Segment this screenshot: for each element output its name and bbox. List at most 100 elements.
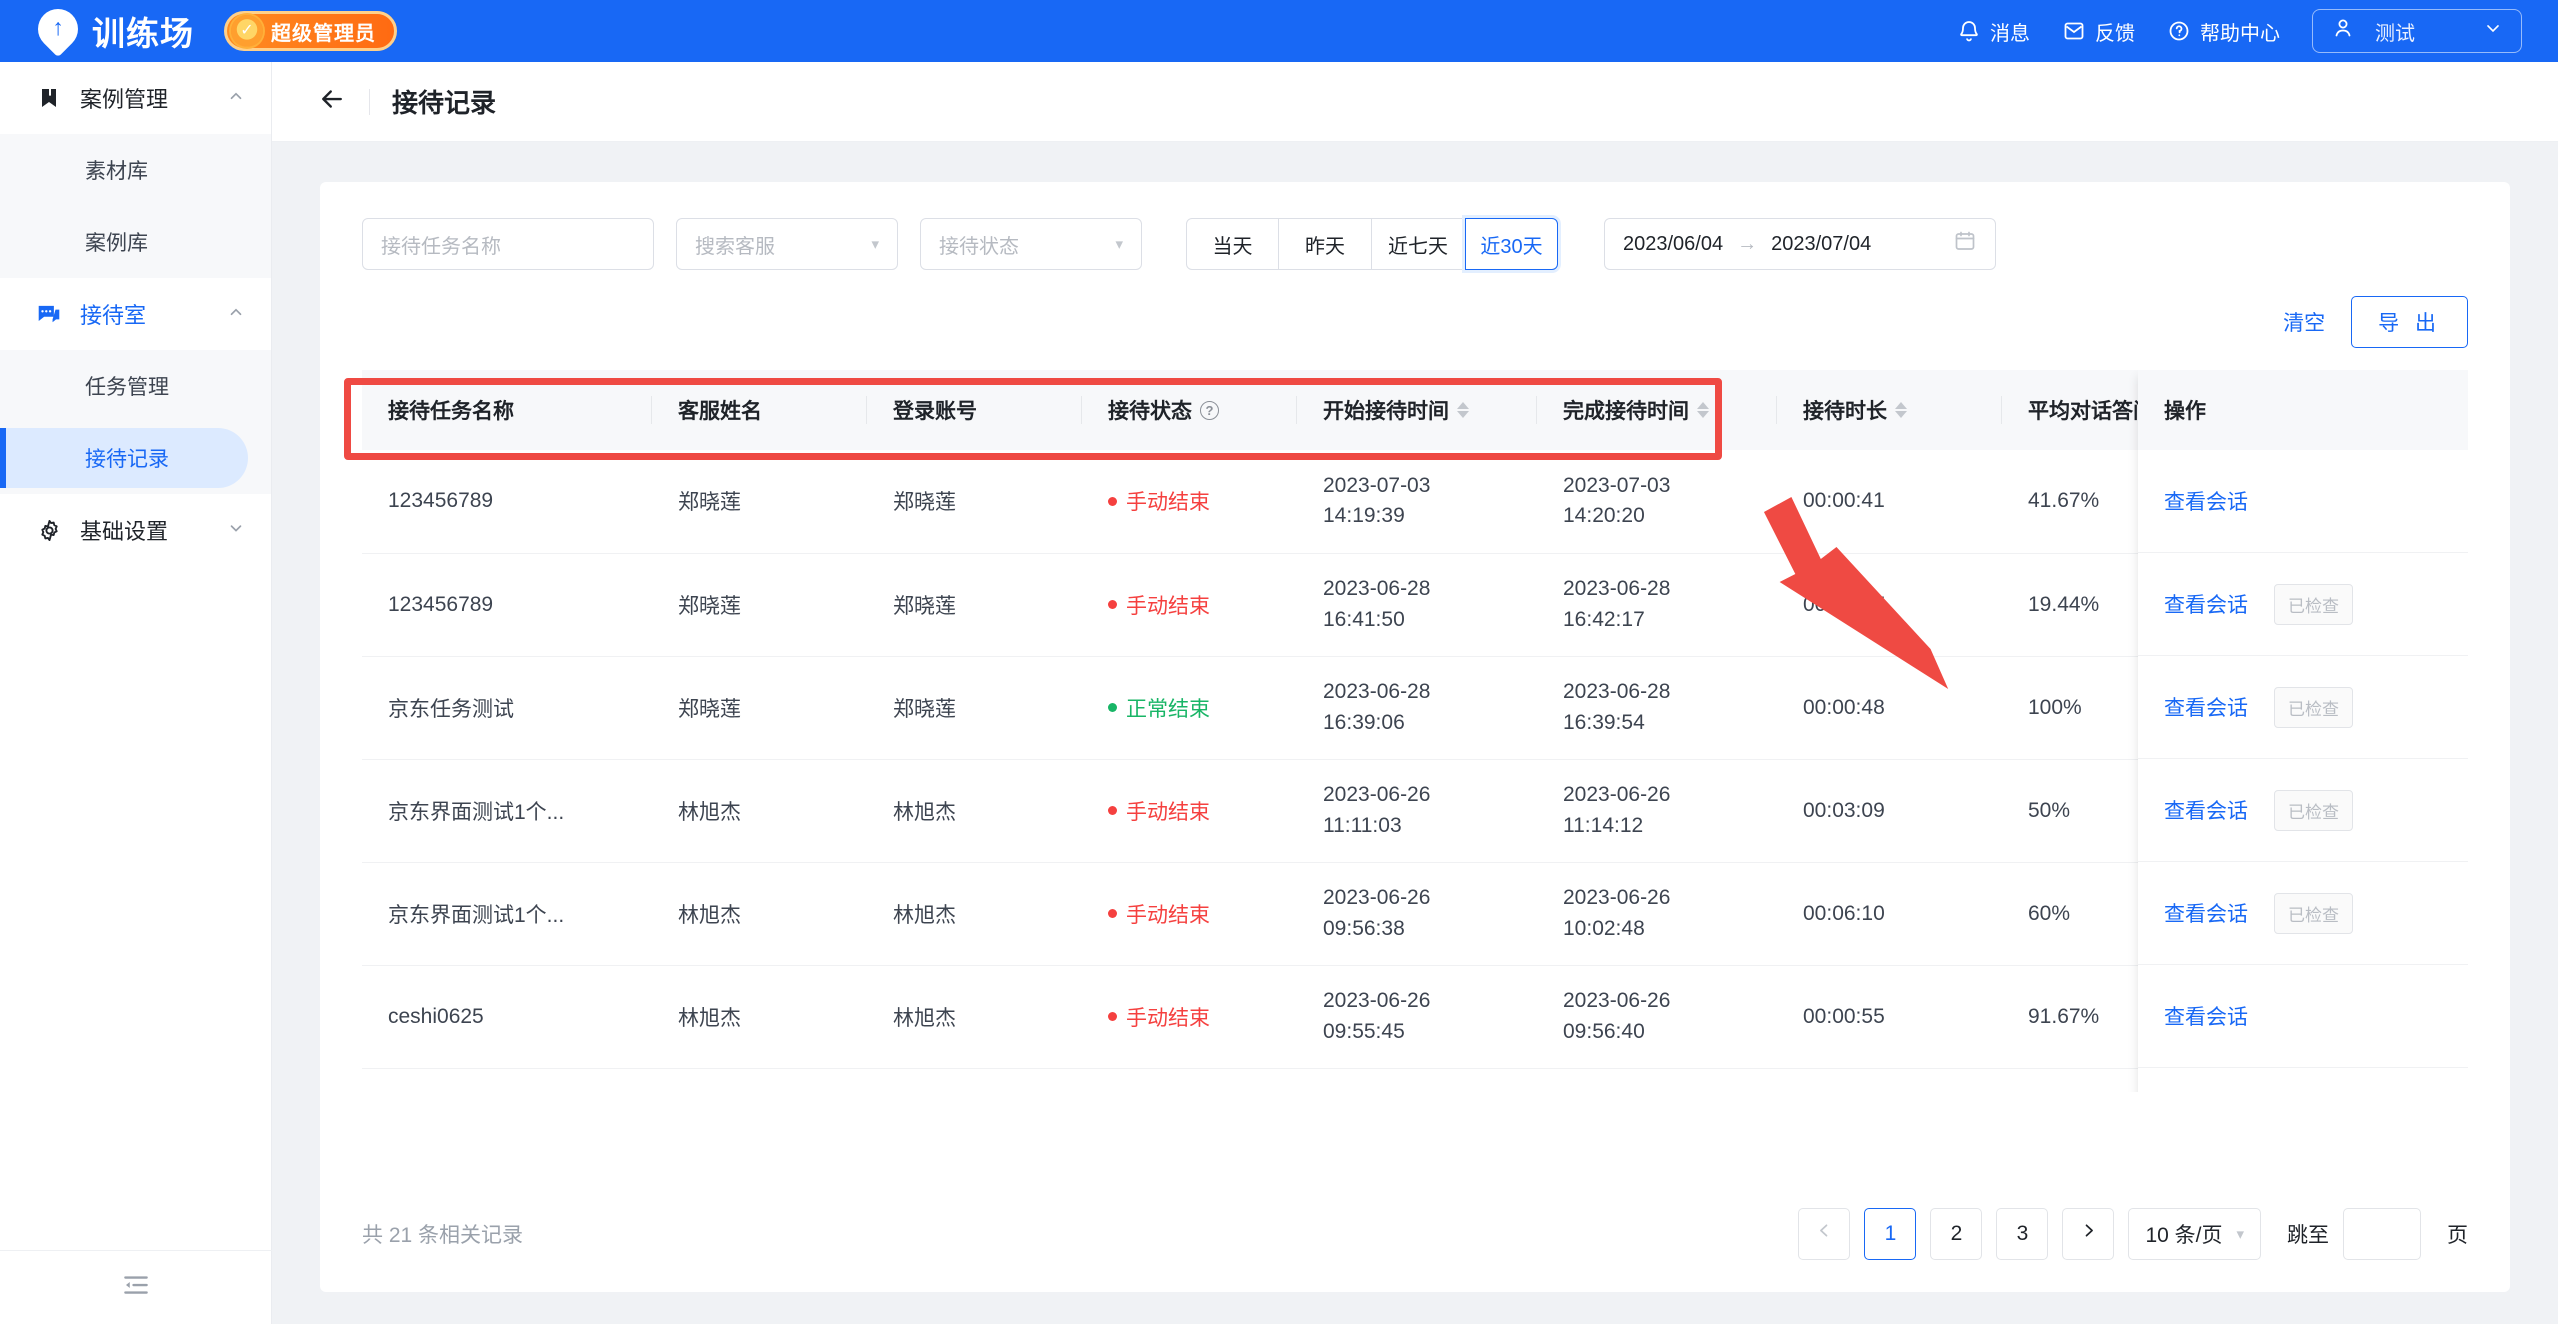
cell-status: 手动结束 xyxy=(1082,450,1297,554)
sort-icon[interactable] xyxy=(1895,402,1907,418)
location-pin-arrow-up-icon: ↑ xyxy=(29,0,87,58)
help-center-button[interactable]: 帮助中心 xyxy=(2167,17,2280,46)
view-session-link[interactable]: 查看会话 xyxy=(2164,795,2248,825)
checked-button: 已检查 xyxy=(2274,789,2353,831)
back-button[interactable] xyxy=(317,84,347,119)
date-range-start: 2023/06/04 xyxy=(1623,232,1724,255)
sidebar-item-label: 案例库 xyxy=(85,232,148,255)
agent-select-placeholder: 搜索客服 xyxy=(695,235,775,258)
cell-agent-name: 林旭杰 xyxy=(652,862,867,966)
sidebar-sublist-case-management: 素材库 案例库 xyxy=(0,134,271,278)
chevron-up-icon xyxy=(227,87,245,110)
column-reception-status[interactable]: 接待状态? xyxy=(1082,370,1297,450)
jump-page-suffix: 页 xyxy=(2447,1223,2468,1247)
sidebar-group-label: 案例管理 xyxy=(80,87,169,112)
cell-status: 正常结束 xyxy=(1082,1068,1297,1092)
task-name-input[interactable]: 接待任务名称 xyxy=(362,218,654,270)
date-range-picker[interactable]: 2023/06/04 → 2023/07/04 xyxy=(1604,218,1996,270)
envelope-icon xyxy=(2062,19,2086,43)
column-label: 完成接待时间 xyxy=(1563,400,1689,423)
cell-end-time: 2023-07-03 14:20:20 xyxy=(1537,450,1777,554)
cell-login-account: 林旭杰 xyxy=(867,759,1082,863)
page-size-select[interactable]: 10 条/页 ▾ xyxy=(2128,1207,2261,1260)
column-start-time[interactable]: 开始接待时间 xyxy=(1297,370,1537,450)
gear-icon xyxy=(36,518,62,543)
date-range-end: 2023/07/04 xyxy=(1771,232,1872,255)
chevron-down-icon: ▾ xyxy=(1115,236,1123,253)
cell-duration: 00:00:20 xyxy=(1777,1068,2002,1092)
sidebar-group-reception-room[interactable]: 接待室 xyxy=(0,278,271,350)
quick-range-last-7-days[interactable]: 近七天 xyxy=(1372,218,1465,270)
sidebar-item-reception-records[interactable]: 接待记录 xyxy=(0,422,271,494)
column-agent-name[interactable]: 客服姓名 xyxy=(652,370,867,450)
date-range-separator: → xyxy=(1737,232,1758,255)
chevron-down-icon: ▾ xyxy=(2236,1225,2244,1243)
feedback-button[interactable]: 反馈 xyxy=(2062,17,2135,46)
sidebar-group-basic-settings[interactable]: 基础设置 xyxy=(0,494,271,566)
cell-task-name: ceshi0625 xyxy=(362,965,652,1069)
cell-end-time: 2023-06-28 16:39:54 xyxy=(1537,656,1777,760)
view-session-link[interactable]: 查看会话 xyxy=(2164,692,2248,722)
header-divider xyxy=(369,88,370,115)
operation-cell: 查看会话 已检查 xyxy=(2138,1068,2468,1092)
pagination-page-1[interactable]: 1 xyxy=(1864,1207,1917,1260)
sort-icon[interactable] xyxy=(1457,402,1469,418)
agent-select[interactable]: 搜索客服 ▾ xyxy=(676,218,898,270)
user-menu[interactable]: 测试 xyxy=(2312,9,2522,53)
pagination-prev-button[interactable] xyxy=(1798,1207,1851,1260)
status-select[interactable]: 接待状态 ▾ xyxy=(920,218,1142,270)
user-icon xyxy=(2331,16,2355,46)
help-icon[interactable]: ? xyxy=(1200,400,1219,420)
sidebar-collapse-button[interactable] xyxy=(0,1250,272,1324)
status-select-placeholder: 接待状态 xyxy=(939,235,1019,258)
sidebar-item-material-library[interactable]: 素材库 xyxy=(0,134,271,206)
cell-agent-name: 林旭杰 xyxy=(652,1068,867,1092)
jump-to-label: 跳至 xyxy=(2287,1223,2329,1247)
cell-start-time: 2023-07-03 14:19:39 xyxy=(1297,450,1537,554)
role-badge: ✓ 超级管理员 xyxy=(224,11,397,51)
pagination-page-2[interactable]: 2 xyxy=(1930,1207,1983,1260)
view-session-link[interactable]: 查看会话 xyxy=(2164,486,2248,516)
quick-range-last-30-days[interactable]: 近30天 xyxy=(1465,218,1558,270)
sort-icon[interactable] xyxy=(1697,402,1709,418)
cell-duration: 00:03:09 xyxy=(1777,759,2002,863)
cell-end-time: 2023-06-28 16:42:17 xyxy=(1537,553,1777,657)
view-session-link[interactable]: 查看会话 xyxy=(2164,589,2248,619)
view-session-link[interactable]: 查看会话 xyxy=(2164,1001,2248,1031)
cell-login-account: 林旭杰 xyxy=(867,1068,1082,1092)
column-login-account[interactable]: 登录账号 xyxy=(867,370,1082,450)
view-session-link[interactable]: 查看会话 xyxy=(2164,898,2248,928)
column-task-name[interactable]: 接待任务名称 xyxy=(362,370,652,450)
operation-column-header: 操作 xyxy=(2138,370,2468,450)
column-label: 客服姓名 xyxy=(678,400,762,423)
messages-label: 消息 xyxy=(1990,22,2030,45)
cell-end-time: 2023-06-26 10:02:48 xyxy=(1537,862,1777,966)
quick-range-yesterday[interactable]: 昨天 xyxy=(1279,218,1372,270)
messages-button[interactable]: 消息 xyxy=(1957,17,2030,46)
operation-cell: 查看会话 已检查 xyxy=(2138,862,2468,965)
sidebar: 案例管理 素材库 案例库 接待室 任务管理 接待记录 基础设置 xyxy=(0,62,272,1324)
clear-button[interactable]: 清空 xyxy=(2283,307,2325,337)
column-duration[interactable]: 接待时长 xyxy=(1777,370,2002,450)
jump-to-input[interactable] xyxy=(2343,1207,2421,1260)
pagination-page-3[interactable]: 3 xyxy=(1996,1207,2049,1260)
sidebar-item-case-library[interactable]: 案例库 xyxy=(0,206,271,278)
sidebar-item-task-management[interactable]: 任务管理 xyxy=(0,350,271,422)
pagination-next-button[interactable] xyxy=(2062,1207,2115,1260)
page-header: 接待记录 xyxy=(272,62,2558,142)
sidebar-group-case-management[interactable]: 案例管理 xyxy=(0,62,271,134)
help-center-label: 帮助中心 xyxy=(2200,22,2280,45)
top-bar-right-group: 消息 反馈 帮助中心 测试 xyxy=(1957,9,2558,53)
cell-start-time: 2023-06-28 16:41:50 xyxy=(1297,553,1537,657)
chevron-down-icon xyxy=(2483,18,2503,44)
page-size-label: 10 条/页 xyxy=(2145,1223,2223,1247)
table-scroll-viewport[interactable]: 接待任务名称 客服姓名 登录账号 接待状态? 开始接待时间 完成接待时间 接待时… xyxy=(362,370,2468,1092)
quick-range-today[interactable]: 当天 xyxy=(1186,218,1279,270)
sidebar-sublist-reception-room: 任务管理 接待记录 xyxy=(0,350,271,494)
content-area: 接待任务名称 搜索客服 ▾ 接待状态 ▾ 当天 昨天 近七天 近30天 2023… xyxy=(272,142,2558,1324)
column-end-time[interactable]: 完成接待时间 xyxy=(1537,370,1777,450)
brand-logo[interactable]: ↑ 训练场 xyxy=(0,0,194,58)
export-button[interactable]: 导 出 xyxy=(2351,296,2468,348)
cell-agent-name: 郑晓莲 xyxy=(652,553,867,657)
cell-status: 手动结束 xyxy=(1082,862,1297,966)
